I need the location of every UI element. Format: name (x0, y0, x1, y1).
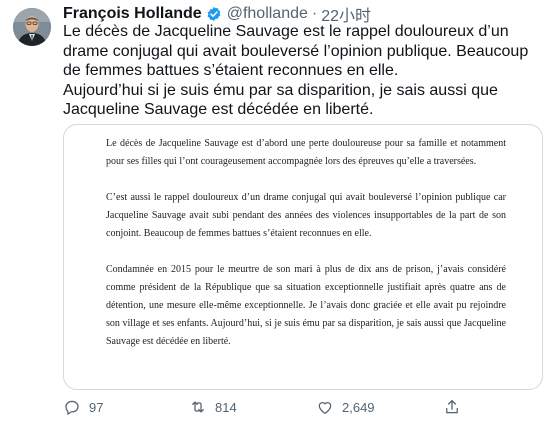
author-name[interactable]: François Hollande (63, 5, 202, 23)
avatar-image (13, 8, 51, 46)
reply-icon (65, 400, 79, 415)
separator-dot: · (311, 5, 318, 22)
tweet-header: François Hollande @fhollande · 22小时 (63, 4, 371, 25)
statement-paragraph: Condamnée en 2015 pour le meurtre de son… (106, 264, 506, 347)
share-button[interactable] (443, 398, 461, 421)
attached-image[interactable]: Le décès de Jacqueline Sauvage est d’abo… (63, 124, 543, 390)
verified-badge-icon (207, 7, 221, 21)
statement-paragraph: C’est aussi le rappel douloureux d’un dr… (106, 192, 506, 239)
reply-button[interactable]: 97 (63, 398, 103, 416)
like-count: 2,649 (342, 399, 375, 415)
tweet-paragraph: Aujourd’hui si je suis ému par sa dispar… (63, 81, 498, 119)
like-button[interactable]: 2,649 (316, 398, 375, 416)
retweet-button[interactable]: 814 (189, 398, 237, 416)
avatar[interactable] (13, 8, 51, 46)
statement-text: Le décès de Jacqueline Sauvage est d’abo… (106, 135, 506, 351)
tweet-paragraph: Le décès de Jacqueline Sauvage est le ra… (63, 23, 529, 80)
retweet-count: 814 (215, 399, 237, 415)
tweet-text: Le décès de Jacqueline Sauvage est le ra… (63, 22, 548, 120)
statement-paragraph: Le décès de Jacqueline Sauvage est d’abo… (106, 138, 506, 167)
tweet-actions: 97 814 2,649 (63, 398, 463, 420)
retweet-icon (192, 401, 204, 413)
heart-icon (318, 402, 332, 415)
share-icon (446, 399, 458, 414)
author-handle[interactable]: @fhollande (227, 5, 308, 23)
reply-count: 97 (89, 399, 104, 415)
